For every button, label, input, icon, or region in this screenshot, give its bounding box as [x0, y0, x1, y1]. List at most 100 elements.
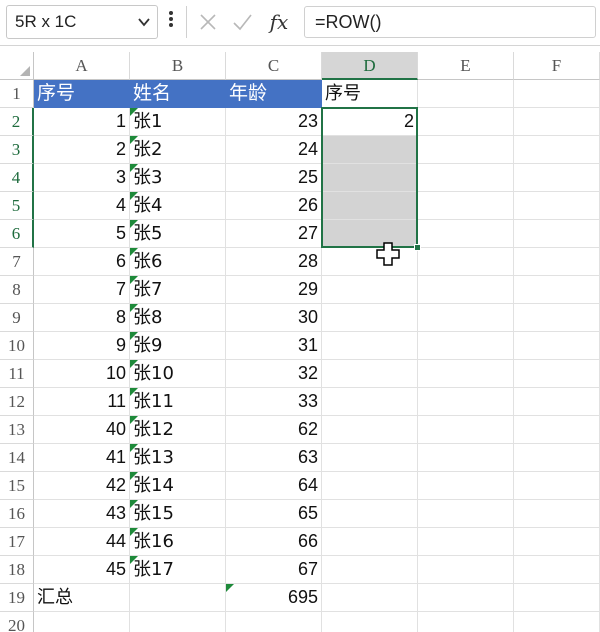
- row-header-17[interactable]: 17: [0, 528, 34, 556]
- cell-f19[interactable]: [514, 584, 600, 612]
- cell-a12[interactable]: 11: [34, 388, 130, 416]
- fill-handle[interactable]: [414, 244, 421, 251]
- cell-c14[interactable]: 63: [226, 444, 322, 472]
- cell-a3[interactable]: 2: [34, 136, 130, 164]
- cell-e20[interactable]: [418, 612, 514, 632]
- chevron-down-icon[interactable]: [137, 10, 151, 38]
- row-header-10[interactable]: 10: [0, 332, 34, 360]
- cell-a5[interactable]: 4: [34, 192, 130, 220]
- row-header-4[interactable]: 4: [0, 164, 34, 192]
- cell-f20[interactable]: [514, 612, 600, 632]
- cell-b3[interactable]: 张2: [130, 136, 226, 164]
- cell-f7[interactable]: [514, 248, 600, 276]
- cell-a7[interactable]: 6: [34, 248, 130, 276]
- column-header-a[interactable]: A: [34, 52, 130, 80]
- cancel-icon[interactable]: [194, 6, 222, 38]
- column-header-c[interactable]: C: [226, 52, 322, 80]
- cell-c20[interactable]: [226, 612, 322, 632]
- row-header-19[interactable]: 19: [0, 584, 34, 612]
- cell-c8[interactable]: 29: [226, 276, 322, 304]
- cell-b19[interactable]: [130, 584, 226, 612]
- column-header-d[interactable]: D: [322, 52, 418, 80]
- cell-c12[interactable]: 33: [226, 388, 322, 416]
- cell-e7[interactable]: [418, 248, 514, 276]
- row-header-5[interactable]: 5: [0, 192, 34, 220]
- cell-b20[interactable]: [130, 612, 226, 632]
- cell-f12[interactable]: [514, 388, 600, 416]
- cell-c3[interactable]: 24: [226, 136, 322, 164]
- cell-f8[interactable]: [514, 276, 600, 304]
- cell-b16[interactable]: 张15: [130, 500, 226, 528]
- column-header-b[interactable]: B: [130, 52, 226, 80]
- selected-cell-d3[interactable]: [322, 136, 418, 164]
- cell-e6[interactable]: [418, 220, 514, 248]
- cell-c17[interactable]: 66: [226, 528, 322, 556]
- check-icon[interactable]: [228, 6, 256, 38]
- cell-a11[interactable]: 10: [34, 360, 130, 388]
- cell-d13[interactable]: [322, 416, 418, 444]
- cell-f16[interactable]: [514, 500, 600, 528]
- formula-input[interactable]: =ROW(): [304, 6, 596, 38]
- cell-d8[interactable]: [322, 276, 418, 304]
- cell-e15[interactable]: [418, 472, 514, 500]
- cell-c10[interactable]: 31: [226, 332, 322, 360]
- cell-c7[interactable]: 28: [226, 248, 322, 276]
- cell-f17[interactable]: [514, 528, 600, 556]
- cell-c5[interactable]: 26: [226, 192, 322, 220]
- row-header-13[interactable]: 13: [0, 416, 34, 444]
- cell-d19[interactable]: [322, 584, 418, 612]
- cell-b12[interactable]: 张11: [130, 388, 226, 416]
- cell-f18[interactable]: [514, 556, 600, 584]
- cell-b4[interactable]: 张3: [130, 164, 226, 192]
- header-cell-d1[interactable]: 序号: [322, 80, 418, 108]
- cell-e12[interactable]: [418, 388, 514, 416]
- cell-d9[interactable]: [322, 304, 418, 332]
- row-header-15[interactable]: 15: [0, 472, 34, 500]
- cell-b18[interactable]: 张17: [130, 556, 226, 584]
- more-options-icon[interactable]: [168, 9, 174, 32]
- cell-f14[interactable]: [514, 444, 600, 472]
- selected-cell-d4[interactable]: [322, 164, 418, 192]
- cell-e2[interactable]: [418, 108, 514, 136]
- cell-f5[interactable]: [514, 192, 600, 220]
- summary-label-a19[interactable]: 汇总: [34, 584, 130, 612]
- row-header-16[interactable]: 16: [0, 500, 34, 528]
- insert-function-button[interactable]: fx: [264, 6, 294, 38]
- cell-c2[interactable]: 23: [226, 108, 322, 136]
- cell-b13[interactable]: 张12: [130, 416, 226, 444]
- cell-b9[interactable]: 张8: [130, 304, 226, 332]
- cell-b2[interactable]: 张1: [130, 108, 226, 136]
- cell-b7[interactable]: 张6: [130, 248, 226, 276]
- cell-a15[interactable]: 42: [34, 472, 130, 500]
- cell-d7[interactable]: [322, 248, 418, 276]
- cell-c13[interactable]: 62: [226, 416, 322, 444]
- cell-d14[interactable]: [322, 444, 418, 472]
- cell-a16[interactable]: 43: [34, 500, 130, 528]
- cell-a4[interactable]: 3: [34, 164, 130, 192]
- cell-a8[interactable]: 7: [34, 276, 130, 304]
- row-header-9[interactable]: 9: [0, 304, 34, 332]
- selected-cell-d2[interactable]: 2: [322, 108, 418, 136]
- cell-e18[interactable]: [418, 556, 514, 584]
- cell-b17[interactable]: 张16: [130, 528, 226, 556]
- row-header-2[interactable]: 2: [0, 108, 34, 136]
- cell-c6[interactable]: 27: [226, 220, 322, 248]
- summary-total-c19[interactable]: 695: [226, 584, 322, 612]
- cell-f2[interactable]: [514, 108, 600, 136]
- cell-f11[interactable]: [514, 360, 600, 388]
- cell-e16[interactable]: [418, 500, 514, 528]
- header-cell-c1[interactable]: 年龄: [226, 80, 322, 108]
- cell-c16[interactable]: 65: [226, 500, 322, 528]
- cell-f6[interactable]: [514, 220, 600, 248]
- cell-d15[interactable]: [322, 472, 418, 500]
- header-cell-b1[interactable]: 姓名: [130, 80, 226, 108]
- cell-f1[interactable]: [514, 80, 600, 108]
- cell-a13[interactable]: 40: [34, 416, 130, 444]
- cell-e5[interactable]: [418, 192, 514, 220]
- cell-b11[interactable]: 张10: [130, 360, 226, 388]
- column-header-f[interactable]: F: [514, 52, 600, 80]
- cell-c9[interactable]: 30: [226, 304, 322, 332]
- cell-d12[interactable]: [322, 388, 418, 416]
- header-cell-a1[interactable]: 序号: [34, 80, 130, 108]
- cell-a10[interactable]: 9: [34, 332, 130, 360]
